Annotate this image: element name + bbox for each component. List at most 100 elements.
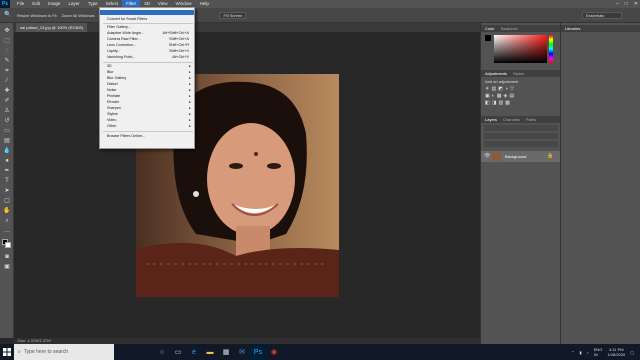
adjustment-icons[interactable]: ☀▥◩◑▽ xyxy=(485,86,516,92)
task-view-icon[interactable]: ▭ xyxy=(170,344,186,360)
menu-help[interactable]: Help xyxy=(196,0,213,8)
filter-menu-stylize[interactable]: Stylize ▸ xyxy=(100,112,194,117)
zoom-all-windows-checkbox[interactable]: Zoom All Windows xyxy=(62,13,95,18)
tab-paths[interactable]: Paths xyxy=(526,117,536,122)
filter-menu-3d[interactable]: 3D ▸ xyxy=(100,64,194,69)
healing-brush-icon[interactable]: ✚ xyxy=(3,87,11,95)
hand-tool-icon[interactable]: ✋ xyxy=(3,207,11,215)
workspace-select[interactable]: Essentials xyxy=(582,12,622,19)
background-color-swatch[interactable] xyxy=(5,242,11,248)
cortana-icon[interactable]: ○ xyxy=(154,344,170,360)
quick-select-tool-icon[interactable]: ✎ xyxy=(3,57,11,65)
visibility-eye-icon[interactable]: 👁 xyxy=(484,153,490,159)
path-select-icon[interactable]: ➤ xyxy=(3,187,11,195)
filter-menu-pixelate[interactable]: Pixelate ▸ xyxy=(100,94,194,99)
mail-icon[interactable]: ✉ xyxy=(234,344,250,360)
eyedropper-tool-icon[interactable]: ⁄ xyxy=(3,77,11,85)
filter-menu-blur-gallery[interactable]: Blur Gallery ▸ xyxy=(100,76,194,81)
filter-menu-other[interactable]: Other ▸ xyxy=(100,124,194,129)
close-button[interactable]: ✕ xyxy=(634,1,638,7)
tab-color[interactable]: Color xyxy=(485,26,495,31)
chrome-icon[interactable]: ◉ xyxy=(266,344,282,360)
color-fg-swatch[interactable] xyxy=(485,35,491,41)
layers-panel-tabs: Layers Channels Paths xyxy=(481,116,560,123)
windows-start-icon[interactable] xyxy=(0,344,14,360)
filter-menu-blur[interactable]: Blur ▸ xyxy=(100,70,194,75)
blend-mode-bar[interactable] xyxy=(484,133,558,139)
gradient-tool-icon[interactable]: ▤ xyxy=(3,137,11,145)
zoom-tool-icon[interactable]: 🔍 xyxy=(4,11,12,19)
menu-edit[interactable]: Edit xyxy=(28,0,44,8)
network-icon[interactable]: ▮ xyxy=(580,350,582,355)
filter-menu-lens-correction[interactable]: Lens Correction... Shift+Ctrl+R xyxy=(100,43,194,48)
history-brush-icon[interactable]: ↺ xyxy=(3,117,11,125)
tab-libraries[interactable]: Libraries xyxy=(565,26,580,31)
clone-stamp-icon[interactable]: ♙ xyxy=(3,107,11,115)
tab-styles[interactable]: Styles xyxy=(513,71,524,76)
filter-menu-distort[interactable]: Distort ▸ xyxy=(100,82,194,87)
layer-name[interactable]: Background xyxy=(505,154,526,159)
tab-layers[interactable]: Layers xyxy=(485,117,497,122)
language-indicator[interactable]: ENG IN xyxy=(594,347,603,357)
maximize-button[interactable]: □ xyxy=(625,1,628,7)
filter-menu-vanishing-point[interactable]: Vanishing Point... Alt+Ctrl+V xyxy=(100,55,194,60)
submenu-arrow-icon: ▸ xyxy=(189,112,191,116)
lasso-tool-icon[interactable]: ◌ xyxy=(3,47,11,55)
filter-menu-video[interactable]: Video ▸ xyxy=(100,118,194,123)
menu-image[interactable]: Image xyxy=(44,0,65,8)
tab-channels[interactable]: Channels xyxy=(503,117,520,122)
dodge-tool-icon[interactable]: ● xyxy=(3,157,11,165)
edge-icon[interactable]: e xyxy=(186,344,202,360)
filter-menu-render[interactable]: Render ▸ xyxy=(100,100,194,105)
filter-menu-browse-online[interactable]: Browse Filters Online... xyxy=(100,134,194,139)
hue-slider[interactable] xyxy=(549,35,553,63)
taskbar-search-input[interactable]: ⌕ Type here to search xyxy=(14,344,114,360)
filter-menu: Convert for Smart Filters Filter Gallery… xyxy=(99,7,195,149)
tab-adjustments[interactable]: Adjustments xyxy=(485,71,507,76)
minimize-button[interactable]: – xyxy=(616,1,619,7)
marquee-tool-icon[interactable]: ⬚ xyxy=(3,37,11,45)
lock-bar[interactable] xyxy=(484,141,558,147)
search-icon: ⌕ xyxy=(18,349,21,355)
photoshop-logo: Ps xyxy=(0,0,10,8)
pen-tool-icon[interactable]: ✒ xyxy=(3,167,11,175)
zoom-tool-icon[interactable]: ⌕ xyxy=(3,217,11,225)
blur-tool-icon[interactable]: 💧 xyxy=(3,147,11,155)
edit-toolbar-icon[interactable]: … xyxy=(3,227,11,235)
tray-chevron-icon[interactable]: ⌃ xyxy=(571,350,574,355)
screen-mode-icon[interactable]: ▣ xyxy=(3,263,11,271)
volume-icon[interactable]: ♪ xyxy=(587,350,589,355)
eraser-tool-icon[interactable]: ▭ xyxy=(3,127,11,135)
menu-file[interactable]: File xyxy=(13,0,28,8)
crop-tool-icon[interactable]: ⌗ xyxy=(3,67,11,75)
photoshop-taskbar-icon[interactable]: Ps xyxy=(250,344,266,360)
layer-row-background[interactable]: 👁 Background 🔒 xyxy=(481,151,561,162)
quick-mask-icon[interactable]: ◙ xyxy=(3,253,11,261)
file-explorer-icon[interactable]: ▬ xyxy=(202,344,218,360)
adjustment-icons-row3[interactable]: ◧◨▧▩ xyxy=(485,100,512,106)
notification-icon[interactable]: ▢ xyxy=(630,350,634,355)
document-tab[interactable]: sai pallavi_13.jpg @ 100% (RGB/8) xyxy=(16,23,87,32)
filter-menu-liquify[interactable]: Liquify... Shift+Ctrl+X xyxy=(100,49,194,54)
move-tool-icon[interactable]: ✥ xyxy=(3,27,11,35)
clock[interactable]: 4:11 PM 1/28/2020 xyxy=(607,347,625,357)
fill-screen-button[interactable]: Fill Screen xyxy=(219,11,247,19)
filter-menu-camera-raw[interactable]: Camera Raw Filter... Shift+Ctrl+A xyxy=(100,37,194,42)
filter-menu-last-filter[interactable] xyxy=(100,10,194,15)
filter-menu-adaptive-wide-angle[interactable]: Adaptive Wide Angle... Alt+Shift+Ctrl+A xyxy=(100,31,194,36)
brush-tool-icon[interactable]: ✐ xyxy=(3,97,11,105)
store-icon[interactable]: ▦ xyxy=(218,344,234,360)
filter-menu-noise[interactable]: Noise ▸ xyxy=(100,88,194,93)
filter-menu-filter-gallery[interactable]: Filter Gallery... xyxy=(100,25,194,30)
tab-swatches[interactable]: Swatches xyxy=(501,26,518,31)
menu-layer[interactable]: Layer xyxy=(65,0,84,8)
layer-filter-bar[interactable] xyxy=(484,125,558,131)
resize-windows-checkbox[interactable]: Resize Windows to Fit xyxy=(17,13,57,18)
filter-menu-convert-smart[interactable]: Convert for Smart Filters xyxy=(100,17,194,22)
adjustment-icons-row2[interactable]: ▣◐▦◈▤ xyxy=(485,93,516,99)
filter-menu-sharpen[interactable]: Sharpen ▸ xyxy=(100,106,194,111)
color-field[interactable] xyxy=(494,35,547,63)
libraries-dock: Libraries xyxy=(560,23,640,344)
shape-tool-icon[interactable]: ▢ xyxy=(3,197,11,205)
type-tool-icon[interactable]: T xyxy=(3,177,11,185)
